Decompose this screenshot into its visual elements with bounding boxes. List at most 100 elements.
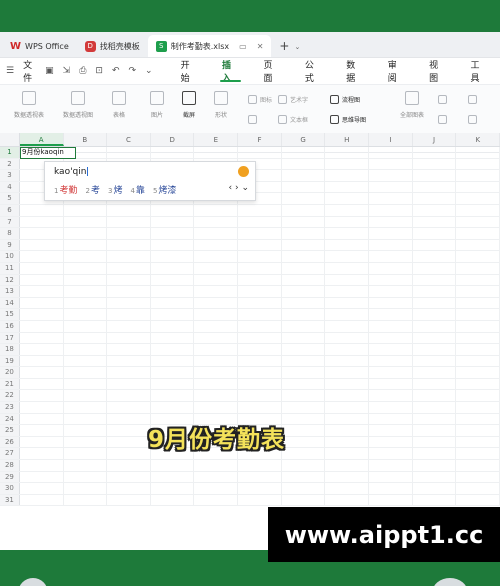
sheet-cell[interactable] — [282, 471, 326, 483]
sheet-cell[interactable] — [107, 483, 151, 494]
sheet-cell[interactable] — [282, 378, 326, 390]
sheet-cell[interactable] — [194, 274, 239, 286]
sheet-cell[interactable] — [325, 460, 370, 471]
row-header[interactable]: 19 — [0, 355, 20, 367]
row-header[interactable]: 10 — [0, 251, 20, 262]
sheet-cell[interactable] — [282, 425, 326, 436]
pivot-chart-button[interactable]: 数据透视图 — [63, 91, 93, 119]
pivot-table-button[interactable]: 数据透视表 — [14, 91, 44, 119]
sheet-cell[interactable] — [64, 367, 108, 378]
menu-view[interactable]: 视图 — [417, 58, 458, 84]
sheet-cell[interactable] — [20, 355, 64, 367]
sheet-cell[interactable] — [369, 170, 413, 181]
row-header[interactable]: 16 — [0, 320, 20, 332]
sheet-cell[interactable] — [194, 262, 239, 274]
sheet-cell[interactable] — [456, 204, 500, 216]
sheet-cell[interactable] — [194, 239, 239, 251]
sheet-cell[interactable] — [369, 402, 413, 413]
sheet-cell[interactable] — [282, 274, 326, 286]
menu-insert[interactable]: 插入 — [210, 58, 251, 84]
sheet-cell[interactable] — [64, 274, 108, 286]
sheet-cell[interactable] — [456, 494, 500, 506]
sheet-cell[interactable] — [282, 286, 326, 297]
sheet-cell[interactable] — [456, 181, 500, 193]
row-header[interactable]: 1 — [0, 147, 20, 158]
sheet-cell[interactable] — [282, 332, 326, 344]
export-icon[interactable]: ⇲ — [63, 66, 71, 76]
ime-candidate[interactable]: 3烤 — [108, 183, 122, 196]
sheet-cell[interactable] — [282, 216, 326, 228]
sheet-cell[interactable] — [20, 448, 64, 460]
sheet-cell[interactable] — [456, 262, 500, 274]
chevron-down-icon[interactable]: ⌄ — [145, 66, 153, 76]
sheet-cell[interactable] — [369, 355, 413, 367]
pie-chart-button[interactable] — [438, 115, 447, 124]
sheet-cell[interactable] — [194, 216, 239, 228]
sheet-cell[interactable] — [369, 204, 413, 216]
sheet-cell[interactable] — [325, 344, 370, 355]
sheet-cell[interactable] — [20, 378, 64, 390]
row-header[interactable]: 21 — [0, 378, 20, 390]
table-button[interactable]: 表格 — [112, 91, 126, 119]
column-header-a[interactable]: A — [19, 133, 64, 146]
sheet-cell[interactable] — [413, 494, 457, 506]
sheet-cell[interactable] — [325, 413, 370, 425]
sheet-cell[interactable] — [369, 378, 413, 390]
icon-button[interactable]: 图标 — [248, 95, 272, 104]
sheet-cell[interactable] — [107, 344, 151, 355]
sheet-cell[interactable] — [64, 483, 108, 494]
sheet-cell[interactable] — [456, 147, 500, 158]
sheet-cell[interactable] — [456, 228, 500, 239]
sheet-cell[interactable] — [194, 147, 239, 158]
sheet-cell[interactable] — [107, 286, 151, 297]
sheet-cell[interactable] — [413, 262, 457, 274]
menu-review[interactable]: 审阅 — [376, 58, 417, 84]
sheet-cell[interactable] — [413, 344, 457, 355]
sheet-cell[interactable] — [151, 297, 195, 309]
sheet-cell[interactable] — [151, 320, 195, 332]
sheet-cell[interactable] — [151, 332, 195, 344]
sheet-cell[interactable] — [456, 297, 500, 309]
sheet-cell[interactable] — [194, 320, 239, 332]
sheet-cell[interactable] — [282, 413, 326, 425]
column-header-c[interactable]: C — [107, 133, 151, 146]
sheet-cell[interactable] — [325, 216, 370, 228]
row-header[interactable]: 3 — [0, 170, 20, 181]
sheet-cell[interactable] — [107, 355, 151, 367]
new-tab-button[interactable]: + — [279, 39, 289, 53]
sheet-cell[interactable] — [413, 204, 457, 216]
row-header[interactable]: 18 — [0, 344, 20, 355]
menu-tools[interactable]: 工具 — [459, 58, 500, 84]
sheet-cell[interactable] — [107, 425, 151, 436]
sheet-cell[interactable] — [238, 367, 282, 378]
sheet-cell[interactable] — [20, 344, 64, 355]
sheet-cell[interactable] — [64, 402, 108, 413]
sheet-cell[interactable] — [282, 355, 326, 367]
sheet-cell[interactable] — [413, 193, 457, 204]
sheet-cell[interactable] — [238, 147, 282, 158]
row-header[interactable]: 12 — [0, 274, 20, 286]
row-header[interactable]: 30 — [0, 483, 20, 494]
sheet-cell[interactable] — [64, 448, 108, 460]
menu-page[interactable]: 页面 — [251, 58, 292, 84]
sheet-cell[interactable] — [369, 158, 413, 170]
sheet-cell[interactable] — [107, 204, 151, 216]
sheet-cell[interactable] — [64, 309, 108, 320]
sheet-cell[interactable] — [456, 216, 500, 228]
sheet-cell[interactable] — [325, 181, 370, 193]
sheet-cell[interactable] — [238, 355, 282, 367]
sheet-cell[interactable] — [238, 483, 282, 494]
sheet-cell[interactable] — [107, 332, 151, 344]
menu-home[interactable]: 开始 — [169, 58, 210, 84]
sheet-cell[interactable] — [413, 390, 457, 402]
sheet-cell[interactable] — [413, 448, 457, 460]
ime-candidate[interactable]: 5烤漆 — [153, 183, 176, 196]
sheet-cell[interactable] — [413, 158, 457, 170]
sheet-cell[interactable] — [107, 216, 151, 228]
row-header[interactable]: 5 — [0, 193, 20, 204]
sheet-cell[interactable] — [413, 228, 457, 239]
monitor-icon[interactable]: ▭ — [239, 42, 247, 51]
sheet-cell[interactable] — [194, 286, 239, 297]
sheet-cell[interactable] — [151, 378, 195, 390]
sheet-cell[interactable] — [194, 309, 239, 320]
